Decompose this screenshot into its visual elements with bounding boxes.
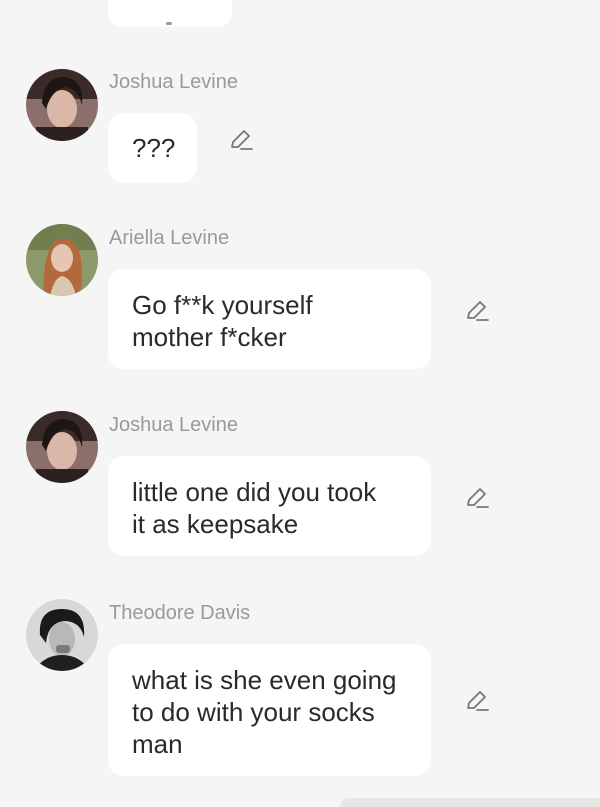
message-text-line: mother f*cker <box>132 322 287 352</box>
sender-name: Joshua Levine <box>109 71 238 93</box>
avatar[interactable] <box>26 69 98 141</box>
message-text-line: it as keepsake <box>132 509 299 539</box>
sender-name: Theodore Davis <box>109 602 251 624</box>
message-bubble[interactable]: ??? <box>108 113 197 183</box>
chat-thread: Joshua Levine ??? Ariella Levine Go f**k… <box>0 0 600 807</box>
message-text: ??? <box>132 133 176 163</box>
pencil-edit-icon[interactable] <box>464 298 490 324</box>
avatar[interactable] <box>26 224 98 296</box>
avatar[interactable] <box>26 411 98 483</box>
sender-name: Ariella Levine <box>109 227 230 249</box>
message-text-line: man <box>132 729 183 759</box>
message-text-line: to do with your socks <box>132 697 375 727</box>
pencil-edit-icon[interactable] <box>464 688 490 714</box>
sender-name: Joshua Levine <box>109 414 238 436</box>
message-text-line: what is she even going <box>132 665 397 695</box>
pencil-edit-icon[interactable] <box>464 485 490 511</box>
message-bubble[interactable]: what is she even going to do with your s… <box>108 644 431 776</box>
input-bar-edge <box>340 798 600 807</box>
message-text-line: Go f**k yourself <box>132 290 313 320</box>
previous-message-text-fragment <box>166 22 172 25</box>
avatar[interactable] <box>26 599 98 671</box>
message-bubble[interactable]: Go f**k yourself mother f*cker <box>108 269 431 369</box>
pencil-edit-icon[interactable] <box>228 127 254 153</box>
previous-message-bubble <box>108 0 232 27</box>
message-text-line: little one did you took <box>132 477 377 507</box>
message-bubble[interactable]: little one did you took it as keepsake <box>108 456 431 556</box>
